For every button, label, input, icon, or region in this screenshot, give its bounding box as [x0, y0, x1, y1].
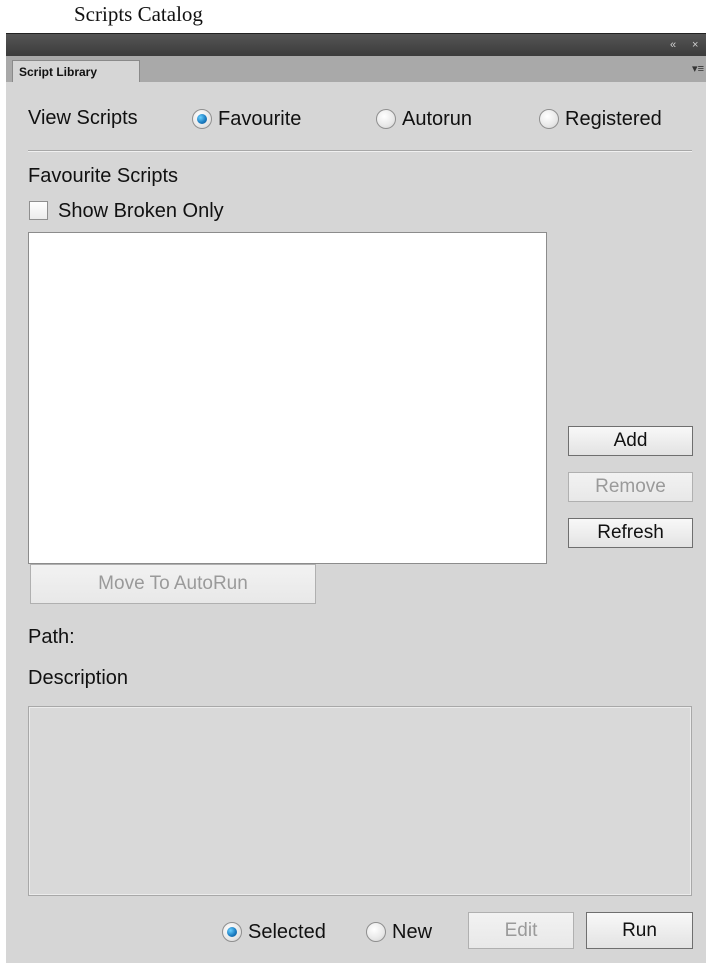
panel-title-bar: « × — [6, 33, 706, 57]
add-button[interactable]: Add — [568, 426, 693, 456]
remove-button[interactable]: Remove — [568, 472, 693, 502]
collapse-icon[interactable]: « — [670, 39, 676, 51]
divider — [28, 150, 692, 152]
radio-autorun-icon[interactable] — [376, 109, 396, 129]
show-broken-checkbox[interactable] — [29, 201, 48, 220]
view-scripts-label: View Scripts — [28, 107, 138, 129]
path-label: Path: — [28, 626, 75, 648]
radio-registered-icon[interactable] — [539, 109, 559, 129]
script-library-panel: View Scripts Favourite Autorun Registere… — [6, 82, 706, 963]
description-box — [28, 706, 692, 896]
radio-autorun-label[interactable]: Autorun — [402, 108, 472, 131]
run-button[interactable]: Run — [586, 912, 693, 949]
radio-favourite-label[interactable]: Favourite — [218, 108, 301, 131]
move-to-autorun-button[interactable]: Move To AutoRun — [30, 564, 316, 604]
show-broken-label[interactable]: Show Broken Only — [58, 200, 224, 223]
caption-title: Scripts Catalog — [74, 2, 203, 26]
radio-new-label[interactable]: New — [392, 921, 432, 944]
radio-selected-label[interactable]: Selected — [248, 921, 326, 944]
favourite-scripts-list[interactable] — [28, 232, 547, 564]
radio-registered-label[interactable]: Registered — [565, 108, 662, 131]
panel-menu-icon[interactable]: ▾≡ — [692, 62, 704, 75]
tab-strip: Script Library ▾≡ — [6, 56, 706, 83]
refresh-button[interactable]: Refresh — [568, 518, 693, 548]
favourite-scripts-label: Favourite Scripts — [28, 165, 179, 187]
edit-button[interactable]: Edit — [468, 912, 574, 949]
radio-favourite-icon[interactable] — [192, 109, 212, 129]
radio-new-icon[interactable] — [366, 922, 386, 942]
close-icon[interactable]: × — [692, 39, 698, 51]
radio-selected-icon[interactable] — [222, 922, 242, 942]
description-label: Description — [28, 667, 129, 689]
tab-script-library[interactable]: Script Library — [12, 60, 140, 83]
